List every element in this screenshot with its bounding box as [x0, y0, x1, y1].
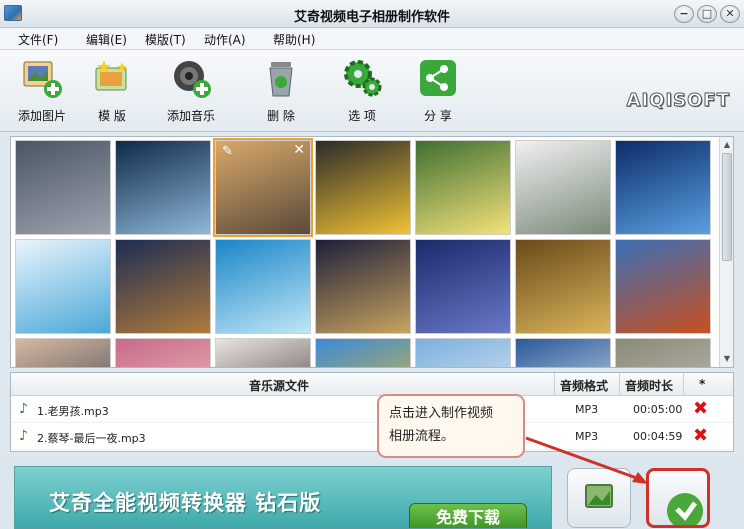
edit-photo-icon[interactable]: ✎ [222, 144, 233, 159]
music-file-name: 2.蔡琴-最后一夜.mp3 [37, 432, 146, 445]
share-label: 分 享 [424, 109, 452, 123]
gear-icon [340, 56, 384, 100]
music-note-icon: ♪ [19, 428, 28, 444]
photo-thumb-duckling[interactable] [415, 140, 511, 235]
menu-bar: 文件(F) 编辑(E) 模版(T) 动作(A) 帮助(H) [0, 28, 744, 50]
add-image-icon [20, 56, 64, 100]
header-star: * [699, 377, 706, 391]
photo-thumb-flowers-pink[interactable] [115, 338, 211, 367]
photo-thumb-eiffel-blue[interactable] [15, 239, 111, 334]
remove-photo-icon[interactable]: ✕ [293, 142, 305, 158]
add-image-button[interactable]: 添加图片 [9, 56, 75, 124]
music-file-name: 1.老男孩.mp3 [37, 405, 109, 418]
photo-thumb-portrait-woman[interactable] [15, 338, 111, 367]
photo-thumb-zen-stones-flower[interactable] [315, 140, 411, 235]
next-arrow-icon [667, 493, 703, 529]
menu-template[interactable]: 模版(T) [145, 31, 186, 48]
photo-thumb-desert-canyon[interactable] [615, 239, 711, 334]
photo-thumb-sea-sky[interactable] [515, 338, 611, 367]
photo-thumb-ferris-wheel[interactable] [515, 140, 611, 235]
scroll-down-icon[interactable]: ▼ [722, 354, 732, 364]
free-download-button[interactable]: 免费下载 [409, 503, 527, 528]
close-button[interactable]: ✕ [720, 5, 740, 23]
photo-thumb-girl-photo[interactable] [215, 338, 311, 367]
photo-thumb-koala[interactable] [615, 338, 711, 367]
promo-banner-text: 艾奇全能视频转换器 钻石版 [49, 491, 322, 515]
template-button[interactable]: 模 版 [79, 56, 145, 124]
add-music-label: 添加音乐 [166, 109, 215, 123]
photo-grid: ✎ ✕ ▲ ▼ [10, 136, 734, 368]
add-music-icon [169, 56, 213, 100]
photo-thumb-eiffel-sepia[interactable] [515, 239, 611, 334]
photo-thumb-colosseum[interactable] [115, 239, 211, 334]
toolbar: 添加图片 模 版 添加音乐 删 除 选 项 分 享 AIQISOFT [0, 50, 744, 132]
title-bar: 艾奇视频电子相册制作软件 − □ ✕ [0, 0, 744, 28]
hint-callout: 点击进入制作视频 相册流程。 [377, 394, 525, 458]
remove-music-icon[interactable]: ✖ [693, 398, 708, 419]
music-note-icon: ♪ [19, 401, 28, 417]
photo-thumb-penguins[interactable] [415, 338, 511, 367]
share-icon [416, 56, 460, 100]
table-row[interactable]: ♪ 1.老男孩.mp3 MP3 00:05:00 ✖ [11, 396, 733, 423]
menu-help[interactable]: 帮助(H) [273, 31, 315, 48]
add-music-button[interactable]: 添加音乐 [158, 56, 224, 124]
photo-thumb-sydney-bridge[interactable] [615, 140, 711, 235]
photo-thumb-yellow-flowers[interactable] [315, 338, 411, 367]
header-duration: 音频时长 [625, 379, 674, 393]
photo-thumb-earth-clouds[interactable] [115, 140, 211, 235]
menu-edit[interactable]: 编辑(E) [86, 31, 127, 48]
photo-thumb-eiffel-tower[interactable] [15, 140, 111, 235]
options-button[interactable]: 选 项 [329, 56, 395, 124]
options-label: 选 项 [348, 109, 376, 123]
header-format: 音频格式 [560, 379, 609, 393]
delete-label: 删 除 [267, 109, 295, 123]
remove-music-icon[interactable]: ✖ [693, 425, 708, 446]
callout-arrow-icon [525, 436, 648, 484]
add-image-label: 添加图片 [17, 109, 66, 123]
next-step-button[interactable] [646, 468, 710, 529]
scroll-up-icon[interactable]: ▲ [722, 140, 732, 150]
brand-logo: AIQISOFT [626, 90, 730, 112]
callout-line-2: 相册流程。 [389, 429, 455, 444]
scrollbar-thumb[interactable] [722, 153, 732, 261]
maximize-button[interactable]: □ [697, 5, 717, 23]
music-duration: 00:05:00 [633, 403, 683, 416]
delete-button[interactable]: 删 除 [248, 56, 314, 124]
photo-thumb-water-wave[interactable] [215, 239, 311, 334]
header-file: 音乐源文件 [249, 379, 310, 393]
grid-scrollbar[interactable]: ▲ ▼ [719, 137, 733, 367]
trash-icon [259, 56, 303, 100]
window-title: 艾奇视频电子相册制作软件 [293, 10, 450, 25]
photo-thumb-chateau[interactable] [315, 239, 411, 334]
photo-thumb-tower-bridge[interactable] [415, 239, 511, 334]
minimize-button[interactable]: − [674, 5, 694, 23]
template-icon [90, 56, 134, 100]
music-table-header: 音乐源文件 音频格式 音频时长 * [11, 373, 733, 396]
callout-line-1: 点击进入制作视频 [389, 406, 494, 421]
template-label: 模 版 [98, 109, 126, 123]
menu-action[interactable]: 动作(A) [204, 31, 246, 48]
music-format: MP3 [575, 403, 599, 416]
menu-file[interactable]: 文件(F) [18, 31, 58, 48]
promo-banner[interactable]: 艾奇全能视频转换器 钻石版 免费下载 [14, 466, 552, 529]
photo-thumb-stonehenge[interactable]: ✎ ✕ [213, 138, 313, 237]
share-button[interactable]: 分 享 [405, 56, 471, 124]
